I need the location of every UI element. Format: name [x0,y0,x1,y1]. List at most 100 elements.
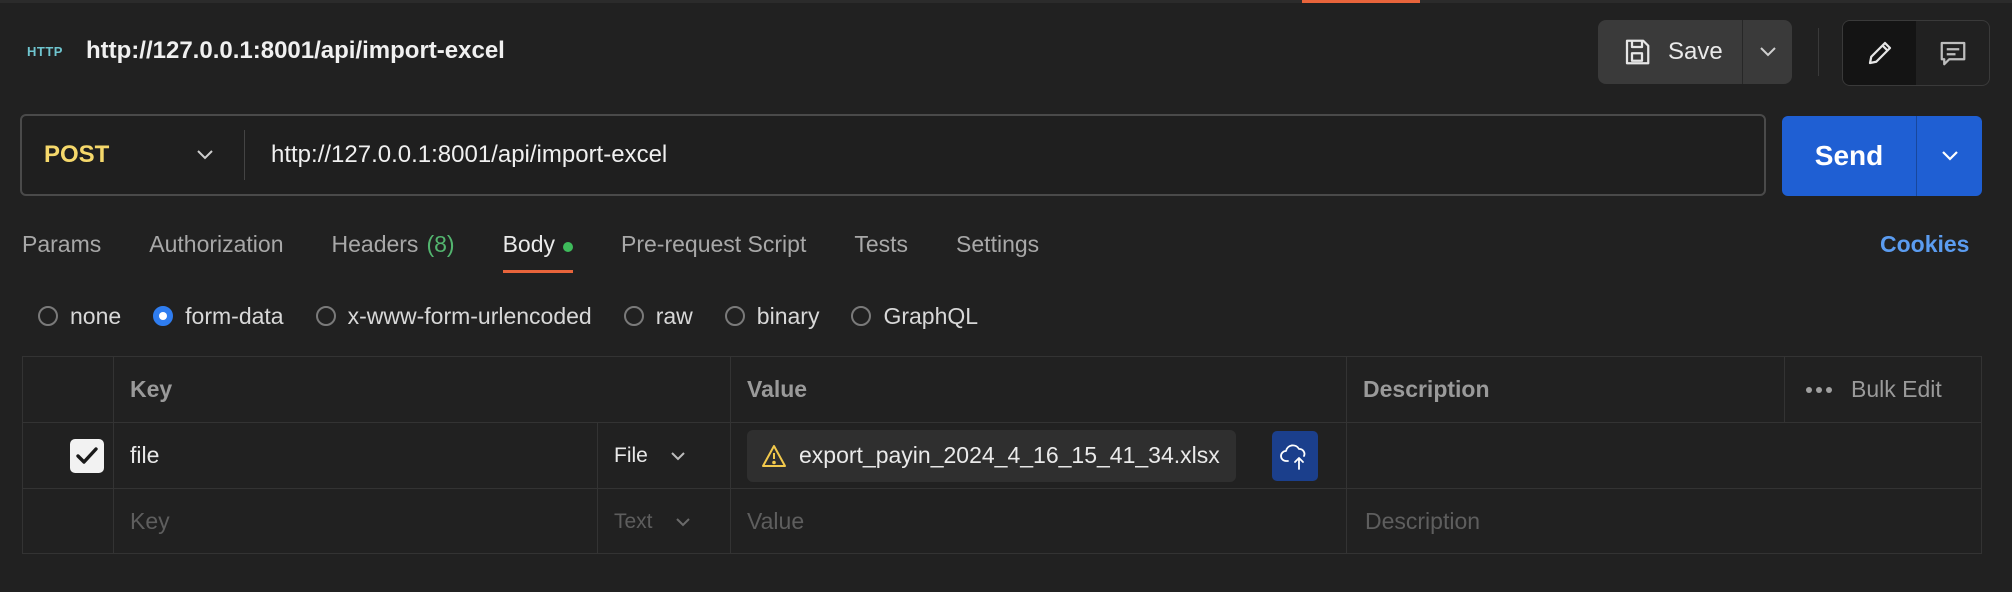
description-placeholder: Description [1365,508,1481,534]
upload-file-button[interactable] [1271,430,1318,481]
send-button[interactable]: Send [1782,116,1916,196]
tab-label: Headers [331,231,419,257]
save-button-group: Save [1598,20,1792,84]
divider [1818,28,1819,76]
description-cell[interactable] [1347,423,1981,488]
value-column-header: Value [731,357,1347,422]
save-icon [1625,39,1650,65]
radio-button[interactable] [38,306,58,326]
radio-button[interactable] [724,306,745,326]
key-placeholder: Key [130,508,170,534]
request-tabs: Params Authorization Headers (8) Body Pre… [22,228,1087,276]
chevron-down-icon [197,150,213,160]
request-title[interactable]: http://127.0.0.1:8001/api/import-excel [86,37,505,65]
body-type-label: none [70,302,122,329]
radio-button[interactable] [153,306,174,326]
tab-label: Pre-request Script [621,231,807,257]
cloud-upload-icon [1279,444,1306,470]
send-options-button[interactable] [1917,116,1982,196]
body-type-none[interactable]: none [38,303,121,330]
radio-button[interactable] [623,306,644,326]
url-bar: POST http://127.0.0.1:8001/api/import-ex… [20,114,1766,196]
value-input[interactable]: Value [731,489,1347,554]
comments-button[interactable] [1916,21,1989,85]
key-type-label: Text [614,509,653,533]
headers-count: (8) [426,231,455,257]
body-type-label: raw [655,302,693,329]
file-chip[interactable]: export_payin_2024_4_16_15_41_34.xlsx [747,429,1236,482]
tab-params[interactable]: Params [22,228,101,276]
key-input[interactable]: Key [114,489,598,554]
save-options-button[interactable] [1743,20,1792,84]
send-button-group: Send [1782,116,1982,196]
key-column-header: Key [114,357,731,422]
method-label: POST [44,141,110,168]
tab-label: Tests [854,231,909,257]
tab-label: Settings [956,231,1040,257]
key-value: file [130,442,160,468]
radio-button[interactable] [851,306,872,326]
body-type-graphql[interactable]: GraphQL [851,303,978,330]
table-header-row: Key Value Description Bulk Edit [23,357,1981,423]
body-indicator-dot [563,242,573,252]
tab-tests[interactable]: Tests [854,228,908,276]
chevron-down-icon [675,517,690,526]
request-header: HTTP http://127.0.0.1:8001/api/import-ex… [22,24,505,78]
row-enabled-checkbox[interactable] [70,438,104,473]
value-placeholder: Value [747,508,805,534]
table-actions: Bulk Edit [1785,357,1981,422]
top-border [0,0,2012,3]
table-row-new: Key Text Value Description [23,489,1981,554]
tab-body[interactable]: Body [502,228,574,276]
tab-label: Authorization [149,231,284,257]
method-select[interactable]: POST [22,141,244,169]
tab-settings[interactable]: Settings [956,228,1039,276]
tab-pre-request-script[interactable]: Pre-request Script [621,228,806,276]
description-column-header: Description [1347,357,1785,422]
save-button[interactable]: Save [1598,20,1742,84]
tab-label: Params [22,231,102,257]
pencil-icon [1868,41,1891,65]
chevron-down-icon [1941,151,1958,161]
body-type-urlencoded[interactable]: x-www-form-urlencoded [315,302,592,330]
row-checkbox-cell [23,489,114,554]
value-cell: export_payin_2024_4_16_15_41_34.xlsx [731,423,1347,488]
body-type-options: none form-data x-www-form-urlencoded raw… [38,300,1010,332]
row-checkbox-cell [23,423,114,488]
body-type-label: x-www-form-urlencoded [347,302,592,329]
key-type-label: File [614,443,648,467]
body-type-raw[interactable]: raw [623,302,693,330]
chevron-down-icon [671,451,685,460]
body-type-label: form-data [185,302,284,329]
active-request-indicator [1302,0,1420,3]
value-header-label: Value [747,376,808,402]
file-name: export_payin_2024_4_16_15_41_34.xlsx [799,442,1220,468]
bulk-edit-button[interactable]: Bulk Edit [1851,376,1942,403]
tab-label: Body [502,231,555,257]
divider [244,130,245,180]
warning-icon [762,444,786,467]
edit-button[interactable] [1843,21,1916,85]
tab-authorization[interactable]: Authorization [149,228,283,276]
http-icon: HTTP [27,43,63,59]
description-header-label: Description [1363,376,1490,402]
radio-button[interactable] [315,306,336,326]
checkbox-column-header [23,357,114,422]
form-data-table: Key Value Description Bulk Edit file Fil… [22,356,1982,554]
chevron-down-icon [1759,47,1776,57]
key-header-label: Key [130,376,173,402]
comment-icon [1940,41,1965,66]
table-row: file File export_payin_2024_4_16_15_41_3… [23,423,1981,489]
cookies-link[interactable]: Cookies [1880,231,1969,258]
key-type-select[interactable]: File [598,423,731,488]
body-type-form-data[interactable]: form-data [153,302,284,330]
save-label: Save [1668,38,1723,65]
tab-headers[interactable]: Headers (8) [332,228,455,276]
key-cell[interactable]: file [114,423,598,488]
url-input[interactable]: http://127.0.0.1:8001/api/import-excel [271,141,667,169]
checkmark-icon [76,446,98,464]
more-options-icon[interactable] [1805,386,1833,394]
description-input[interactable]: Description [1347,489,1981,554]
key-type-select[interactable]: Text [598,489,731,554]
body-type-binary[interactable]: binary [724,303,819,330]
